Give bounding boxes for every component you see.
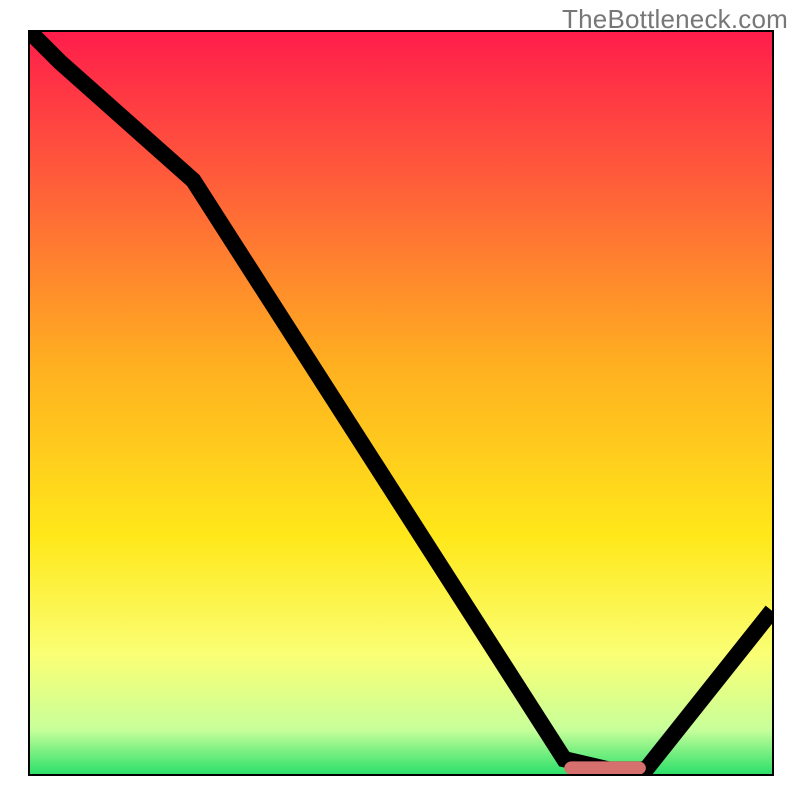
plot-area	[28, 30, 774, 776]
optimum-marker	[564, 761, 646, 774]
chart-frame: TheBottleneck.com	[0, 0, 800, 800]
chart-svg	[30, 32, 772, 774]
